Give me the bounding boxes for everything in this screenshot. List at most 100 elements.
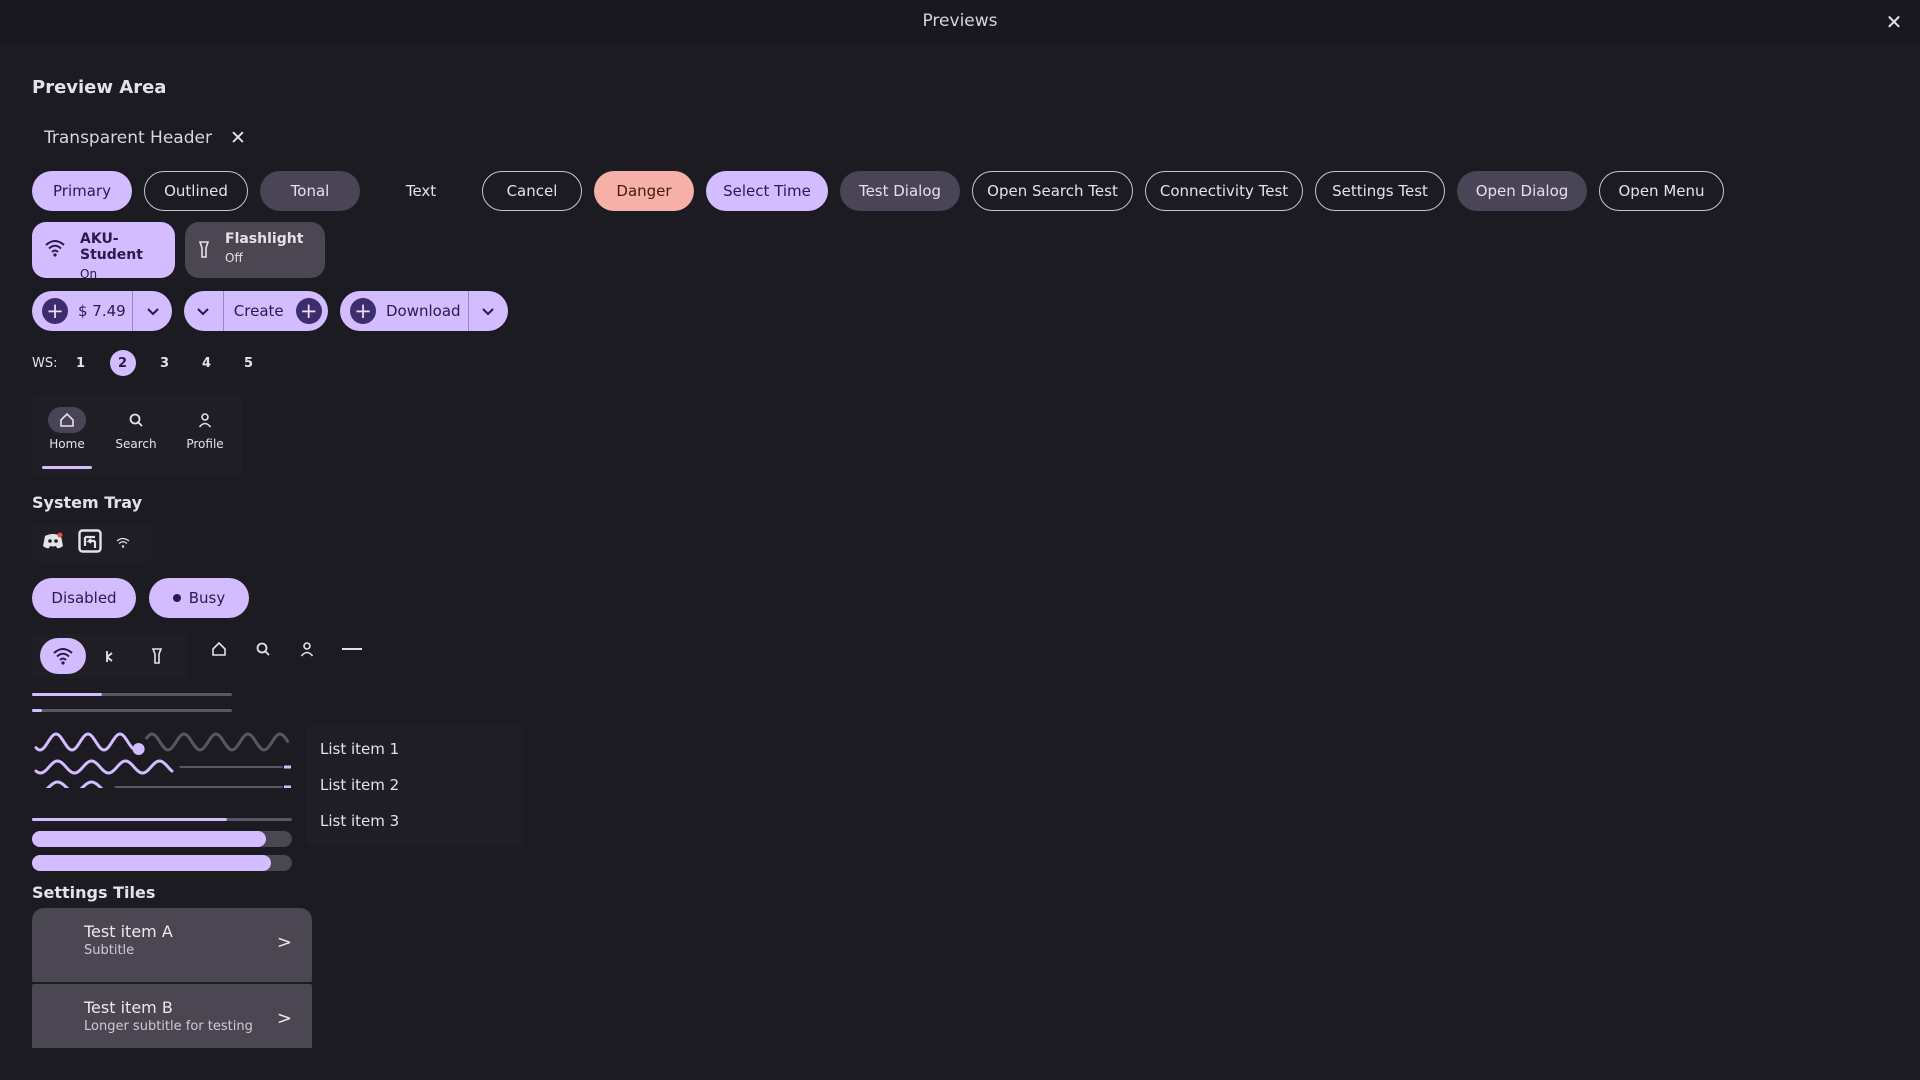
busy-indicator-icon [172, 594, 181, 602]
nav-item-label: Home [49, 437, 85, 451]
open-dialog-button[interactable]: Open Dialog [1457, 171, 1587, 211]
search-icon[interactable] [250, 636, 276, 662]
settings-test-button[interactable]: Settings Test [1315, 171, 1445, 211]
minimize-icon[interactable] [339, 636, 365, 662]
title-bar: Previews ✕ [0, 0, 1920, 45]
button-row: Primary Outlined Tonal Text Cancel Dange… [32, 171, 1724, 211]
connectivity-test-button[interactable]: Connectivity Test [1145, 171, 1303, 211]
slider-fill [32, 855, 272, 871]
price-button[interactable]: + $ 7.49 [32, 291, 134, 331]
discord-icon[interactable] [42, 532, 64, 554]
plus-icon: + [42, 298, 68, 324]
workspace-label: WS: [32, 355, 58, 371]
create-label: Create [233, 302, 284, 320]
quick-tile-wifi[interactable]: AKU-Student On [32, 222, 175, 281]
quick-tile-flashlight[interactable]: Flashlight Off [185, 222, 325, 278]
nav-item-profile[interactable]: Profile [175, 407, 235, 451]
slider-fill [32, 831, 266, 847]
nav-item-search[interactable]: Search [106, 407, 166, 451]
quick-settings-row [32, 634, 188, 678]
list-item[interactable]: List item 3 [320, 812, 399, 830]
workspace-2[interactable]: 2 [109, 350, 136, 376]
price-dropdown-button[interactable] [133, 291, 172, 331]
close-icon[interactable]: ✕ [230, 127, 246, 149]
chevron-down-icon [482, 308, 495, 316]
wavy-progress-thumb[interactable] [132, 742, 145, 755]
nav-item-home[interactable]: Home [37, 407, 97, 451]
wavy-progress-fill [34, 759, 174, 775]
quick-tile-title: Flashlight [225, 231, 304, 247]
wifi-icon[interactable] [116, 534, 130, 553]
wavy-progress-fill [34, 732, 140, 752]
profile-icon [186, 407, 224, 433]
system-tray [32, 524, 152, 562]
workspace-3[interactable]: 3 [152, 350, 178, 376]
workspace-1[interactable]: 1 [68, 350, 94, 376]
nav-active-indicator [42, 466, 92, 469]
list-item[interactable]: List item 2 [320, 776, 399, 794]
download-label: Download [386, 302, 461, 320]
slider-track[interactable] [32, 831, 292, 847]
workspace-5[interactable]: 5 [236, 350, 262, 376]
tonal-button[interactable]: Tonal [260, 171, 360, 211]
chevron-right-icon: > [276, 932, 292, 953]
system-tray-title: System Tray [32, 493, 142, 512]
download-button[interactable]: + Download [340, 291, 469, 331]
preview-area-title: Preview Area [32, 77, 167, 98]
flashlight-icon [151, 648, 163, 664]
open-search-test-button[interactable]: Open Search Test [972, 171, 1133, 211]
progress-bar [32, 709, 232, 712]
nav-item-label: Profile [186, 437, 224, 451]
slider-track[interactable] [32, 855, 292, 871]
primary-button[interactable]: Primary [32, 171, 132, 211]
wavy-progress-track [145, 732, 290, 752]
price-label: $ 7.49 [78, 302, 126, 320]
bluetooth-icon [106, 651, 113, 662]
create-dropdown-button[interactable] [184, 291, 224, 331]
danger-button[interactable]: Danger [594, 171, 694, 211]
profile-icon[interactable] [294, 636, 320, 662]
create-split-button: Create + [184, 291, 328, 331]
window-title: Previews [922, 11, 998, 31]
flashlight-toggle[interactable] [134, 638, 180, 674]
test-dialog-button[interactable]: Test Dialog [840, 171, 960, 211]
list-item[interactable]: List item 1 [320, 740, 399, 758]
progress-bar [32, 693, 232, 696]
workspace-4[interactable]: 4 [194, 350, 220, 376]
download-split-button: + Download [340, 291, 508, 331]
plus-icon: + [295, 298, 322, 324]
close-icon[interactable]: ✕ [1882, 10, 1906, 34]
nav-item-label: Search [115, 437, 157, 451]
wifi-icon [53, 648, 73, 665]
text-button[interactable]: Text [372, 171, 470, 211]
cancel-button[interactable]: Cancel [482, 171, 582, 211]
wifi-toggle[interactable] [40, 638, 86, 674]
wifi-icon [44, 238, 66, 262]
wavy-progress-group [34, 732, 291, 788]
app-switch-icon[interactable] [78, 529, 102, 557]
plus-icon: + [350, 298, 376, 324]
outlined-button[interactable]: Outlined [144, 171, 248, 211]
progress-fill [32, 818, 227, 821]
flashlight-icon [197, 241, 211, 263]
progress-bar [32, 818, 292, 821]
open-menu-button[interactable]: Open Menu [1599, 171, 1724, 211]
chevron-down-icon [197, 308, 210, 316]
workspace-switcher: WS: 1 2 3 4 5 [32, 347, 278, 379]
chevron-down-icon [146, 308, 159, 316]
busy-button[interactable]: Busy [149, 578, 249, 618]
settings-tile[interactable]: Test item A Subtitle > [32, 908, 312, 982]
settings-tile[interactable]: Test item B Longer subtitle for testing … [32, 984, 312, 1048]
download-dropdown-button[interactable] [468, 291, 508, 331]
select-time-button[interactable]: Select Time [706, 171, 828, 211]
settings-tiles-title: Settings Tiles [32, 883, 156, 902]
busy-label: Busy [188, 589, 226, 607]
create-button[interactable]: Create + [223, 291, 328, 331]
home-icon[interactable] [206, 636, 232, 662]
disabled-button[interactable]: Disabled [32, 578, 136, 618]
wavy-progress-fill [45, 780, 104, 788]
bluetooth-toggle[interactable] [87, 638, 133, 674]
quick-tile-title: AKU-Student [80, 231, 143, 263]
price-split-button: + $ 7.49 [32, 291, 172, 331]
progress-fill [32, 709, 42, 712]
